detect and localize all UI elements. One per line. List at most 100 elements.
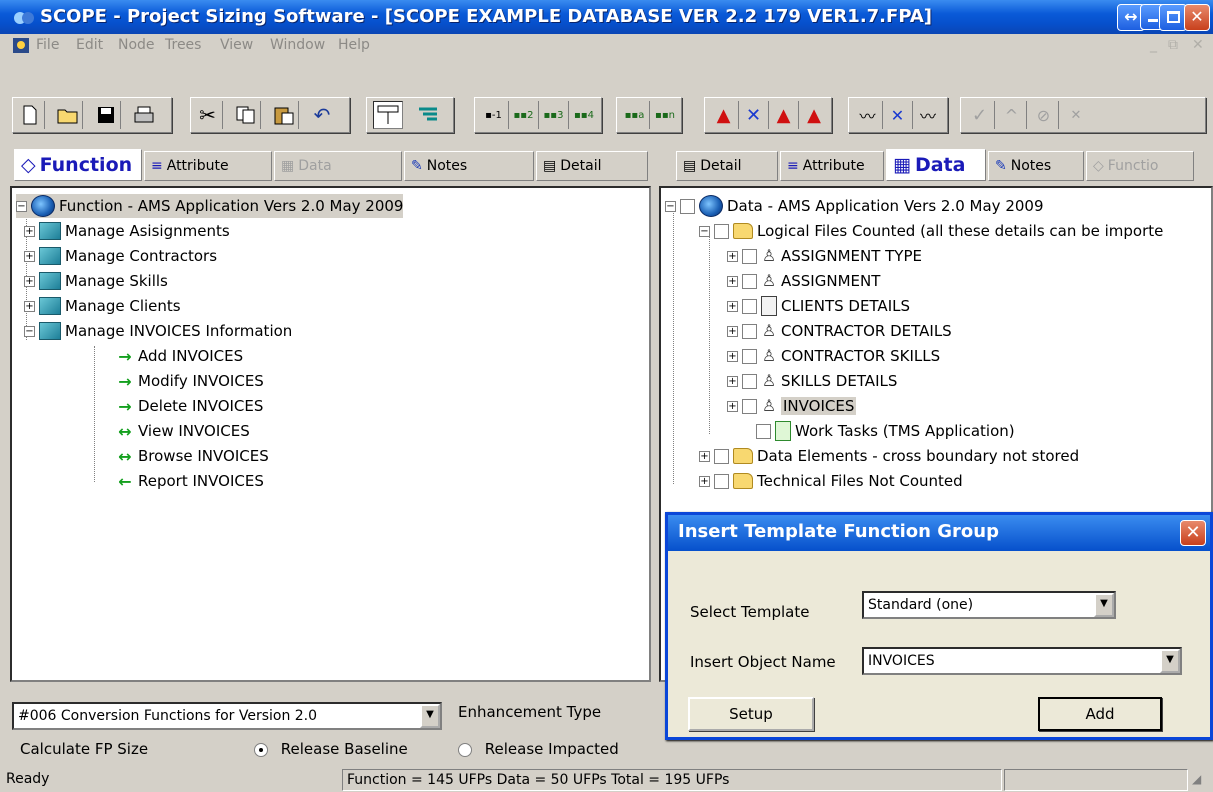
tree-group-assignments[interactable]: + Manage Asisignments [24, 219, 230, 243]
title-bar[interactable]: SCOPE - Project Sizing Software - [SCOPE… [0, 0, 1213, 34]
tab-attribute-right[interactable]: ≡ Attribute [780, 151, 884, 181]
data-tree-root[interactable]: − Data - AMS Application Vers 2.0 May 20… [665, 194, 1044, 218]
tree-group-invoices[interactable]: − Manage INVOICES Information [24, 319, 292, 343]
add-button[interactable]: Add [1038, 697, 1162, 731]
expand-icon[interactable]: + [727, 300, 738, 312]
select-template-combo[interactable]: Standard (one) ▼ [862, 591, 1116, 619]
tree-file-contractor-details[interactable]: + ♙ CONTRACTOR DETAILS [727, 319, 952, 343]
level-2-icon[interactable]: ▪▪2 [509, 101, 539, 129]
move-up-icon[interactable]: ▲ [709, 101, 739, 129]
object-name-combo[interactable]: INVOICES ▼ [862, 647, 1182, 675]
checkbox[interactable] [714, 448, 729, 464]
mdi-restore-icon[interactable]: ⧉ [1168, 37, 1178, 53]
clear-icon[interactable]: ✕ [1061, 101, 1091, 129]
expand-icon[interactable]: + [699, 475, 710, 487]
release-combo[interactable]: #006 Conversion Functions for Version 2.… [12, 702, 442, 730]
tree-file-assignment-type[interactable]: + ♙ ASSIGNMENT TYPE [727, 244, 922, 268]
tree-folder-logical-files[interactable]: − Logical Files Counted (all these detai… [699, 219, 1163, 243]
tree-file-contractor-skills[interactable]: + ♙ CONTRACTOR SKILLS [727, 344, 940, 368]
mdi-minimize-icon[interactable]: _ [1150, 37, 1157, 53]
expand-icon[interactable]: + [727, 375, 738, 387]
tab-notes-right[interactable]: ✎ Notes [988, 151, 1084, 181]
tree-group-skills[interactable]: + Manage Skills [24, 269, 168, 293]
undo-icon[interactable]: ↶ [307, 101, 337, 129]
menu-edit[interactable]: Edit [76, 37, 103, 53]
tree-item-delete-invoices[interactable]: → Delete INVOICES [116, 394, 263, 418]
radio-on-icon[interactable] [254, 742, 268, 757]
level-n-icon[interactable]: ▪▪a [620, 101, 650, 129]
expand-icon[interactable]: + [24, 250, 35, 262]
tab-notes-left[interactable]: ✎ Notes [404, 151, 534, 181]
dialog-close-icon[interactable]: ✕ [1180, 520, 1206, 546]
checkbox[interactable] [742, 398, 757, 414]
radio-release-impacted[interactable]: Release Impacted [458, 740, 619, 758]
link-icon[interactable]: 〰 [853, 101, 883, 129]
collapse-icon[interactable]: − [665, 200, 676, 212]
level-1-icon[interactable]: ▪-1 [479, 101, 509, 129]
expand-icon[interactable]: + [727, 350, 738, 362]
tree-group-contractors[interactable]: + Manage Contractors [24, 244, 217, 268]
tab-function-left[interactable]: ◇ Function [14, 149, 142, 181]
tab-attribute-left[interactable]: ≡ Attribute [144, 151, 272, 181]
move-cross-icon[interactable]: ✕ [739, 101, 769, 129]
menu-window[interactable]: Window [270, 37, 325, 53]
document-menu-icon[interactable] [12, 37, 30, 54]
tree-item-view-invoices[interactable]: ↔ View INVOICES [116, 419, 249, 443]
expand-icon[interactable]: + [24, 300, 35, 312]
tree-folder-data-elements[interactable]: + Data Elements - cross boundary not sto… [699, 444, 1079, 468]
check-icon[interactable]: ✓ [965, 101, 995, 129]
tree-item-add-invoices[interactable]: → Add INVOICES [116, 344, 243, 368]
level-4-icon[interactable]: ▪▪4 [569, 101, 599, 129]
expand-icon[interactable]: + [727, 325, 738, 337]
tree-file-work-tasks[interactable]: Work Tasks (TMS Application) [742, 419, 1015, 443]
tree-file-skills-details[interactable]: + ♙ SKILLS DETAILS [727, 369, 897, 393]
collapse-icon[interactable]: − [24, 325, 35, 337]
no-icon[interactable]: ⊘ [1029, 101, 1059, 129]
checkbox[interactable] [742, 298, 757, 314]
setup-button[interactable]: Setup [688, 697, 814, 731]
chevron-down-icon[interactable]: ▼ [420, 704, 440, 728]
tab-detail-left[interactable]: ▤ Detail [536, 151, 648, 181]
menu-view[interactable]: View [220, 37, 253, 53]
radio-off-icon[interactable] [458, 742, 472, 757]
dialog-title-bar[interactable]: Insert Template Function Group [668, 515, 1210, 551]
new-icon[interactable] [15, 101, 45, 129]
tab-detail-right[interactable]: ▤ Detail [676, 151, 778, 181]
tree-view-icon[interactable] [373, 101, 403, 129]
tree-file-clients-details[interactable]: + CLIENTS DETAILS [727, 294, 910, 318]
tree-item-modify-invoices[interactable]: → Modify INVOICES [116, 369, 264, 393]
print-icon[interactable] [129, 101, 159, 129]
tree-group-clients[interactable]: + Manage Clients [24, 294, 181, 318]
expand-icon[interactable]: + [727, 400, 738, 412]
menu-trees[interactable]: Trees [165, 37, 201, 53]
tree-file-invoices[interactable]: + ♙ INVOICES [727, 394, 857, 418]
expand-icon[interactable]: + [24, 275, 35, 287]
close-button[interactable]: ✕ [1184, 4, 1210, 31]
tree-folder-technical-files[interactable]: + Technical Files Not Counted [699, 469, 963, 493]
expand-icon[interactable]: + [727, 250, 738, 262]
mdi-close-icon[interactable]: ✕ [1192, 37, 1204, 53]
tab-data-right[interactable]: ▦ Data [886, 149, 986, 181]
function-tree-panel[interactable]: − Function - AMS Application Vers 2.0 Ma… [10, 186, 651, 682]
expand-icon[interactable]: + [24, 225, 35, 237]
tree-expand-icon[interactable] [413, 101, 443, 129]
menu-file[interactable]: File [36, 37, 59, 53]
level-3-icon[interactable]: ▪▪3 [539, 101, 569, 129]
chevron-down-icon[interactable]: ▼ [1160, 649, 1180, 673]
resize-grip-icon[interactable]: ◢ [1192, 772, 1201, 786]
checkbox[interactable] [714, 473, 729, 489]
menu-node[interactable]: Node [118, 37, 155, 53]
tab-data-left[interactable]: ▦ Data [274, 151, 402, 181]
checkbox[interactable] [742, 248, 757, 264]
checkbox[interactable] [756, 423, 771, 439]
tree-file-assignment[interactable]: + ♙ ASSIGNMENT [727, 269, 880, 293]
unlink-icon[interactable]: ✕ [883, 101, 913, 129]
collapse-icon[interactable]: − [699, 225, 710, 237]
checkbox[interactable] [742, 373, 757, 389]
expand-icon[interactable]: + [727, 275, 738, 287]
menu-help[interactable]: Help [338, 37, 370, 53]
checkbox[interactable] [742, 348, 757, 364]
link-table-icon[interactable]: 〰 [913, 101, 943, 129]
chevron-down-icon[interactable]: ▼ [1094, 593, 1114, 617]
radio-release-baseline[interactable]: Release Baseline [254, 740, 408, 758]
